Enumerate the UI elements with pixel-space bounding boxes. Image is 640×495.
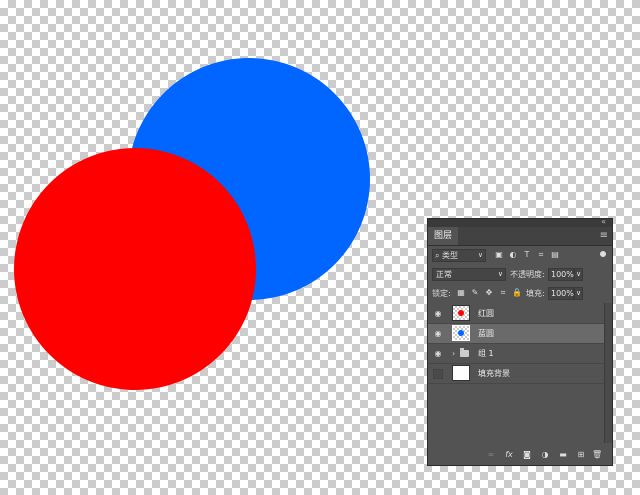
- new-group-icon[interactable]: ▬: [558, 450, 568, 460]
- smart-object-filter-icon[interactable]: ▤: [550, 250, 560, 260]
- chevron-down-icon: ∨: [497, 270, 503, 278]
- panel-tab-row: 图层 ≡: [428, 227, 612, 246]
- fill-input[interactable]: 100%: [548, 287, 574, 300]
- blend-mode-value: 正常: [436, 270, 452, 279]
- collapse-panel-icon[interactable]: «: [601, 217, 606, 226]
- layer-row[interactable]: ◉ › 组 1: [428, 344, 606, 364]
- blend-row: 正常 ∨ 不透明度: 100% ∨: [428, 265, 612, 284]
- filter-row: ⌕ 类型 ∨ ▣ ◐ T ⌗ ▤: [428, 246, 612, 265]
- fill-label: 填充:: [526, 289, 545, 298]
- filter-kind-label: 类型: [442, 251, 459, 260]
- adjustment-layer-icon[interactable]: ◑: [540, 450, 550, 460]
- shape-filter-icon[interactable]: ⌗: [536, 250, 546, 260]
- visibility-off-box[interactable]: [433, 369, 443, 379]
- lock-row: 锁定: ▦ ✎ ✥ ⌗ 🔒 填充: 100% ∨: [428, 284, 612, 303]
- opacity-input[interactable]: 100%: [548, 268, 574, 281]
- panel-menu-icon[interactable]: ≡: [600, 230, 608, 241]
- pixel-filter-icon[interactable]: ▣: [494, 250, 504, 260]
- layer-mask-icon[interactable]: ◙: [522, 450, 532, 460]
- layer-name: 填充背景: [478, 369, 510, 378]
- layer-thumbnail: [452, 305, 470, 321]
- blue-dot-thumbnail: [458, 330, 464, 336]
- filter-toggle-icon[interactable]: [600, 251, 606, 257]
- opacity-label: 不透明度:: [510, 270, 545, 279]
- filter-kind-select[interactable]: ⌕ 类型 ∨: [432, 249, 486, 262]
- lock-image-icon[interactable]: ✎: [470, 288, 480, 298]
- tab-layers[interactable]: 图层: [428, 227, 459, 245]
- panel-bottom-toolbar: ∞ fx ◙ ◑ ▬ ⊞ 🗑: [428, 445, 612, 465]
- chevron-down-icon: ∨: [477, 251, 483, 259]
- chevron-right-icon[interactable]: ›: [452, 344, 455, 363]
- layers-scrollbar[interactable]: [604, 303, 612, 443]
- layer-row[interactable]: ◉ 蓝圆: [428, 324, 606, 344]
- eye-icon[interactable]: ◉: [431, 349, 445, 359]
- eye-icon[interactable]: ◉: [431, 309, 445, 319]
- fx-icon[interactable]: fx: [504, 450, 514, 460]
- trash-icon[interactable]: 🗑: [592, 450, 602, 460]
- red-dot-thumbnail: [458, 310, 464, 316]
- blend-mode-select[interactable]: 正常 ∨: [432, 268, 506, 281]
- panel-header-bar: «: [428, 217, 612, 227]
- layer-list: ◉ 红圆 ◉ 蓝圆 ◉ › 组 1 填充背景: [428, 304, 606, 434]
- lock-artboard-icon[interactable]: ⌗: [498, 288, 508, 298]
- layer-name: 组 1: [478, 349, 494, 358]
- layer-row[interactable]: 填充背景: [428, 364, 606, 384]
- fill-dropdown-icon[interactable]: ∨: [574, 287, 583, 300]
- layer-name: 红圆: [478, 309, 494, 318]
- new-layer-icon[interactable]: ⊞: [576, 450, 586, 460]
- lock-transparent-icon[interactable]: ▦: [456, 288, 466, 298]
- type-filter-icon[interactable]: T: [522, 250, 532, 260]
- red-circle-shape: [14, 148, 256, 390]
- layers-panel: « 图层 ≡ ⌕ 类型 ∨ ▣ ◐ T ⌗ ▤ 正常 ∨ 不透明度: 100% …: [427, 217, 613, 466]
- layer-row[interactable]: ◉ 红圆: [428, 304, 606, 324]
- eye-icon[interactable]: ◉: [431, 329, 445, 339]
- folder-icon: [460, 348, 469, 357]
- layer-thumbnail: [452, 325, 470, 341]
- layer-name: 蓝圆: [478, 329, 494, 338]
- lock-position-icon[interactable]: ✥: [484, 288, 494, 298]
- link-layers-icon[interactable]: ∞: [486, 450, 496, 460]
- layer-thumbnail: [452, 365, 470, 381]
- lock-label: 锁定:: [432, 289, 451, 298]
- lock-all-icon[interactable]: 🔒: [512, 288, 522, 298]
- adjustment-filter-icon[interactable]: ◐: [508, 250, 518, 260]
- search-icon: ⌕: [435, 251, 440, 260]
- opacity-dropdown-icon[interactable]: ∨: [574, 268, 583, 281]
